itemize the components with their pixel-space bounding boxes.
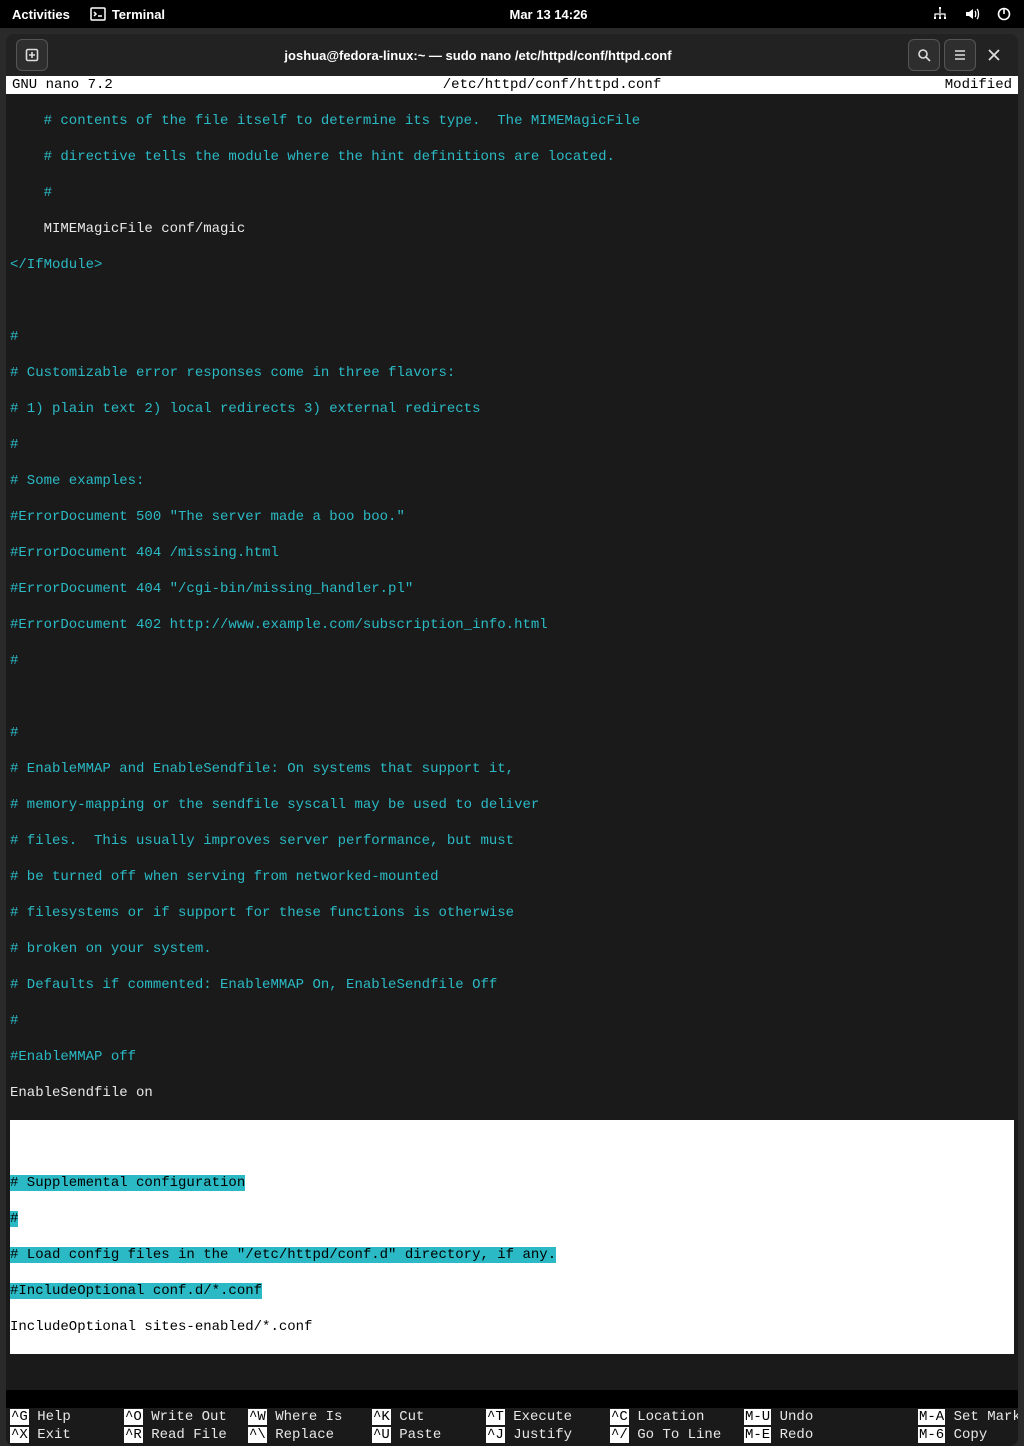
editor-line: # broken on your system. xyxy=(10,940,1014,958)
editor-line: #ErrorDocument 404 /missing.html xyxy=(10,544,1014,562)
editor-line: # EnableMMAP and EnableSendfile: On syst… xyxy=(10,760,1014,778)
activities-button[interactable]: Activities xyxy=(12,7,70,22)
editor-line: # directive tells the module where the h… xyxy=(10,148,1014,166)
active-app-label: Terminal xyxy=(112,7,165,22)
editor-line: # xyxy=(10,184,1014,202)
nano-version: GNU nano 7.2 xyxy=(12,76,212,94)
close-button[interactable] xyxy=(978,39,1010,71)
editor-line: MIMEMagicFile conf/magic xyxy=(10,220,1014,238)
search-button[interactable] xyxy=(908,39,940,71)
editor-line: #ErrorDocument 500 "The server made a bo… xyxy=(10,508,1014,526)
editor-line xyxy=(10,688,1014,706)
window-title: joshua@fedora-linux:~ — sudo nano /etc/h… xyxy=(50,48,906,63)
editor-line: #EnableMMAP off xyxy=(10,1048,1014,1066)
network-icon[interactable] xyxy=(932,6,948,22)
nano-editor[interactable]: GNU nano 7.2 /etc/httpd/conf/httpd.conf … xyxy=(6,76,1018,1446)
shortcut-exit: ^X Exit xyxy=(10,1426,120,1444)
editor-line: # Some examples: xyxy=(10,472,1014,490)
shortcut-replace: ^\ Replace xyxy=(248,1426,368,1444)
editor-line: EnableSendfile on xyxy=(10,1084,1014,1102)
active-app[interactable]: Terminal xyxy=(90,6,165,22)
shortcut-help: ^G Help xyxy=(10,1408,120,1426)
editor-line: # xyxy=(10,436,1014,454)
shortcut-redo: M-E Redo xyxy=(744,1426,914,1444)
selection-block: # Supplemental configuration # # Load co… xyxy=(10,1120,1014,1354)
editor-line: # xyxy=(10,652,1014,670)
nano-filepath: /etc/httpd/conf/httpd.conf xyxy=(212,76,892,94)
shortcut-execute: ^T Execute xyxy=(486,1408,606,1426)
window-titlebar: joshua@fedora-linux:~ — sudo nano /etc/h… xyxy=(6,34,1018,76)
shortcut-readfile: ^R Read File xyxy=(124,1426,244,1444)
editor-line: # files. This usually improves server pe… xyxy=(10,832,1014,850)
editor-line: #ErrorDocument 404 "/cgi-bin/missing_han… xyxy=(10,580,1014,598)
nano-shortcut-bar: ^G Help ^O Write Out ^W Where Is ^K Cut … xyxy=(6,1408,1018,1446)
terminal-icon xyxy=(90,6,106,22)
clock[interactable]: Mar 13 14:26 xyxy=(165,7,932,22)
shortcut-gotoline: ^/ Go To Line xyxy=(610,1426,740,1444)
shortcut-copy: M-6 Copy xyxy=(918,1426,1018,1444)
nano-status: Modified xyxy=(892,76,1012,94)
editor-line: #IncludeOptional conf.d/*.conf xyxy=(10,1282,1014,1300)
editor-blank xyxy=(6,1390,1018,1408)
editor-line: # xyxy=(10,724,1014,742)
editor-line xyxy=(10,292,1014,310)
editor-line: # contents of the file itself to determi… xyxy=(10,112,1014,130)
shortcut-cut: ^K Cut xyxy=(372,1408,482,1426)
shortcut-whereis: ^W Where Is xyxy=(248,1408,368,1426)
editor-body[interactable]: # contents of the file itself to determi… xyxy=(6,94,1018,1390)
volume-icon[interactable] xyxy=(964,6,980,22)
editor-line: # Load config files in the "/etc/httpd/c… xyxy=(10,1246,1014,1264)
terminal-window: joshua@fedora-linux:~ — sudo nano /etc/h… xyxy=(6,34,1018,1446)
editor-line: </IfModule> xyxy=(10,256,1014,274)
shortcut-paste: ^U Paste xyxy=(372,1426,482,1444)
editor-line: # filesystems or if support for these fu… xyxy=(10,904,1014,922)
editor-line xyxy=(10,1138,1014,1156)
shortcut-writeout: ^O Write Out xyxy=(124,1408,244,1426)
editor-line: #ErrorDocument 402 http://www.example.co… xyxy=(10,616,1014,634)
editor-line: # Customizable error responses come in t… xyxy=(10,364,1014,382)
power-icon[interactable] xyxy=(996,6,1012,22)
nano-header: GNU nano 7.2 /etc/httpd/conf/httpd.conf … xyxy=(6,76,1018,94)
new-tab-button[interactable] xyxy=(16,39,48,71)
shortcut-setmark: M-A Set Mark xyxy=(918,1408,1018,1426)
editor-line: # xyxy=(10,1012,1014,1030)
gnome-topbar: Activities Terminal Mar 13 14:26 xyxy=(0,0,1024,28)
editor-line: # Defaults if commented: EnableMMAP On, … xyxy=(10,976,1014,994)
editor-line: # 1) plain text 2) local redirects 3) ex… xyxy=(10,400,1014,418)
editor-line: # memory-mapping or the sendfile syscall… xyxy=(10,796,1014,814)
editor-line: # Supplemental configuration xyxy=(10,1174,1014,1192)
shortcut-location: ^C Location xyxy=(610,1408,740,1426)
shortcut-undo: M-U Undo xyxy=(744,1408,914,1426)
editor-line: # xyxy=(10,328,1014,346)
shortcut-justify: ^J Justify xyxy=(486,1426,606,1444)
editor-line: # xyxy=(10,1210,1014,1228)
menu-button[interactable] xyxy=(944,39,976,71)
editor-line: # be turned off when serving from networ… xyxy=(10,868,1014,886)
editor-line: IncludeOptional sites-enabled/*.conf xyxy=(10,1318,1014,1336)
